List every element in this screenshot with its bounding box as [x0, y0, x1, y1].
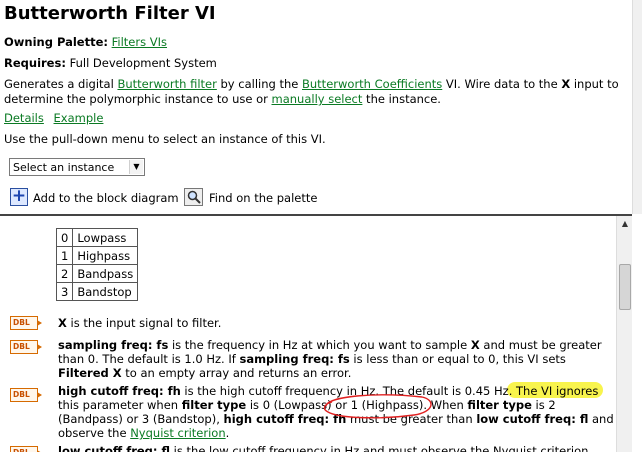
param-low-cutoff-freq: low cutoff freq: fl is the low cutoff fr… — [58, 444, 614, 452]
find-on-palette-label[interactable]: Find on the palette — [209, 191, 317, 205]
right-gutter — [632, 216, 642, 452]
param-bold: filter type — [181, 398, 247, 412]
owning-palette: Owning Palette: Filters VIs — [4, 35, 167, 49]
dbl-terminal-icon: DBL — [10, 388, 42, 402]
requires-line: Requires: Full Development System — [4, 56, 217, 70]
table-row: 1 Highpass — [55, 246, 139, 265]
param-bold: filter type — [467, 398, 532, 412]
help-header: Butterworth Filter VI Owning Palette: Fi… — [0, 0, 632, 214]
filter-value: 3 — [55, 282, 74, 301]
param-bold: X — [470, 338, 480, 352]
example-link[interactable]: Example — [54, 111, 104, 125]
requires-label: Requires: — [4, 56, 66, 70]
filter-value: 0 — [55, 228, 74, 247]
desc-text: Generates a digital — [4, 77, 118, 91]
param-name: sampling freq: fs — [58, 338, 169, 352]
red-annotation-circle — [323, 394, 432, 419]
doc-links: Details Example — [4, 111, 109, 125]
filter-label: Bandstop — [72, 282, 139, 301]
chevron-down-icon[interactable]: ▼ — [129, 160, 143, 174]
butterworth-filter-link[interactable]: Butterworth filter — [117, 77, 216, 91]
dbl-terminal-icon: DBL — [10, 340, 42, 354]
add-to-block-diagram-label[interactable]: Add to the block diagram — [33, 191, 179, 205]
requires-value: Full Development System — [69, 56, 217, 70]
param-text: is less than or equal to 0, this VI sets — [349, 352, 566, 366]
param-bold: low cutoff freq: fl — [476, 412, 589, 426]
dbl-terminal-icon: DBL — [10, 446, 42, 452]
scroll-up-arrow-icon[interactable]: ▲ — [617, 216, 633, 232]
param-bold: Filtered X — [58, 366, 122, 380]
description: Generates a digital Butterworth filter b… — [4, 77, 624, 107]
filter-value: 2 — [55, 264, 74, 283]
scroll-thumb[interactable] — [619, 264, 631, 310]
param-x: X is the input signal to filter. — [58, 316, 614, 330]
param-name: high cutoff freq: fh — [58, 384, 181, 398]
param-text: . — [225, 426, 230, 440]
filter-label: Lowpass — [72, 228, 139, 247]
desc-text: the instance. — [362, 92, 441, 106]
butterworth-coefficients-link[interactable]: Butterworth Coefficients — [302, 77, 442, 91]
instance-select-value: Select an instance — [13, 161, 115, 174]
param-text: is the input signal to filter. — [66, 316, 222, 330]
highlighted-text: The VI ignores — [516, 384, 599, 398]
instance-select[interactable]: Select an instance ▼ — [9, 158, 145, 176]
table-row: 0 Lowpass — [55, 228, 139, 247]
desc-text: VI. Wire data to the — [442, 77, 562, 91]
dbl-terminal-icon: DBL — [10, 316, 42, 330]
table-row: 2 Bandpass — [55, 264, 139, 283]
filter-label: Bandpass — [72, 264, 139, 283]
filter-type-table: 0 Lowpass 1 Highpass 2 Bandpass 3 Bandstop — [55, 228, 139, 301]
param-text: is the low cutoff frequency in Hz and mu… — [170, 444, 589, 452]
filters-vis-link[interactable]: Filters VIs — [112, 35, 167, 49]
filter-label: Highpass — [72, 246, 139, 265]
pulldown-instructions: Use the pull-down menu to select an inst… — [4, 132, 326, 146]
desc-x: X — [561, 77, 571, 91]
parameter-content: 0 Lowpass 1 Highpass 2 Bandpass 3 Bandstop D… — [0, 216, 616, 452]
param-text: is the frequency in Hz at which you want… — [168, 338, 471, 352]
param-bold: sampling freq: fs — [239, 352, 350, 366]
desc-text: by calling the — [216, 77, 302, 91]
param-text: this parameter when — [58, 398, 182, 412]
magnifier-icon[interactable] — [184, 188, 203, 206]
page-title: Butterworth Filter VI — [4, 3, 216, 24]
nyquist-criterion-link[interactable]: Nyquist criterion — [130, 426, 225, 440]
header-scroll-gutter — [632, 0, 642, 214]
param-name: low cutoff freq: fl — [58, 444, 171, 452]
table-row: 3 Bandstop — [55, 282, 139, 301]
add-plus-icon[interactable]: + — [10, 188, 28, 206]
details-link[interactable]: Details — [4, 111, 44, 125]
manually-select-link[interactable]: manually select — [272, 92, 363, 106]
param-sampling-freq: sampling freq: fs is the frequency in Hz… — [58, 338, 614, 380]
param-name: X — [58, 316, 67, 330]
vertical-scrollbar[interactable]: ▲ — [616, 216, 632, 452]
filter-value: 1 — [55, 246, 74, 265]
owning-palette-label: Owning Palette: — [4, 35, 108, 49]
param-text: to an empty array and returns an error. — [121, 366, 352, 380]
